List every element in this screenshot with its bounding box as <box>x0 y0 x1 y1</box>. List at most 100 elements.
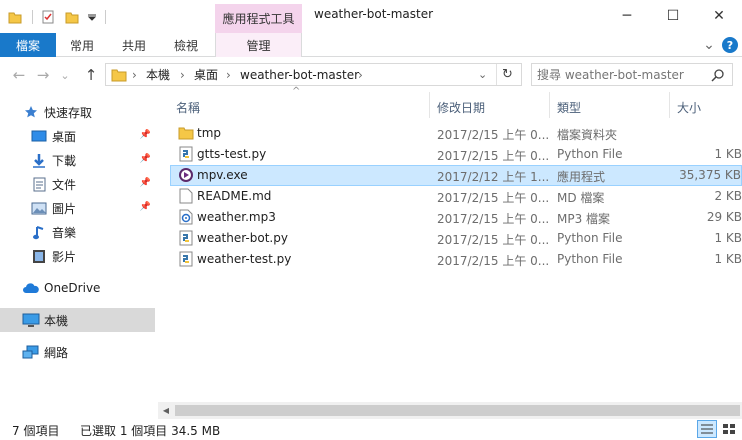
file-name: weather-test.py <box>197 252 292 266</box>
file-date: 2017/2/15 上午 0... <box>437 233 549 247</box>
column-header-size[interactable]: 大小 <box>677 96 701 118</box>
details-view-button[interactable] <box>697 420 717 438</box>
tab-file[interactable]: 檔案 <box>0 33 56 57</box>
breadcrumb-separator[interactable]: › <box>132 64 137 85</box>
file-date: 2017/2/12 上午 1... <box>437 170 549 184</box>
table-row[interactable]: weather-test.py 2017/2/15 上午 0... Python… <box>170 249 742 270</box>
sidebar-item-label: 網路 <box>44 345 69 360</box>
file-date: 2017/2/15 上午 0... <box>437 128 549 142</box>
address-history-dropdown[interactable]: ⌄ <box>478 64 487 85</box>
search-box[interactable] <box>531 63 733 86</box>
file-type: Python File <box>557 231 623 245</box>
python-file-icon <box>179 146 193 162</box>
breadcrumb-this-pc[interactable]: 本機 <box>146 64 170 85</box>
sidebar-item-quick-access[interactable]: 快速存取 <box>0 100 155 124</box>
column-divider[interactable] <box>669 92 670 118</box>
sidebar-item-network[interactable]: 網路 <box>0 340 155 364</box>
table-row[interactable]: gtts-test.py 2017/2/15 上午 0... Python Fi… <box>170 144 742 165</box>
file-size: 29 KB <box>706 210 742 224</box>
table-row[interactable]: weather.mp3 2017/2/15 上午 0... MP3 檔案 29 … <box>170 207 742 228</box>
table-row[interactable]: tmp 2017/2/15 上午 0... 檔案資料夾 <box>170 123 742 144</box>
ribbon-tabs: 檔案 常用 共用 檢視 管理 ⌄ ? <box>0 33 742 57</box>
large-icons-view-button[interactable] <box>719 420 739 438</box>
maximize-button[interactable]: ☐ <box>650 0 696 32</box>
sidebar-item-music[interactable]: 音樂 <box>0 220 155 244</box>
file-name: README.md <box>197 189 272 203</box>
properties-icon[interactable] <box>41 10 55 24</box>
close-button[interactable]: ✕ <box>696 0 742 32</box>
expand-ribbon-icon[interactable]: ⌄ <box>700 35 718 55</box>
breadcrumb-separator[interactable]: › <box>180 64 185 85</box>
table-row[interactable]: mpv.exe 2017/2/12 上午 1... 應用程式 35,375 KB <box>170 165 742 186</box>
file-name: gtts-test.py <box>197 147 267 161</box>
new-folder-icon[interactable] <box>65 10 79 24</box>
computer-icon <box>22 312 40 328</box>
back-button[interactable]: ← <box>8 64 30 86</box>
address-bar[interactable]: › 本機 › 桌面 › weather-bot-master › ⌄ ↻ <box>105 63 522 86</box>
column-divider[interactable] <box>549 92 550 118</box>
folder-icon <box>111 69 127 82</box>
pin-icon[interactable]: 📌 <box>140 130 151 140</box>
breadcrumb-current-folder[interactable]: weather-bot-master <box>240 64 359 85</box>
download-icon <box>30 152 48 168</box>
help-icon[interactable]: ? <box>722 37 738 53</box>
toolbar-divider <box>105 10 106 24</box>
column-header-name[interactable]: 名稱 <box>176 96 200 118</box>
tab-share[interactable]: 共用 <box>108 33 160 57</box>
sidebar-item-pictures[interactable]: 圖片 📌 <box>0 196 155 220</box>
search-input[interactable] <box>537 66 707 83</box>
address-divider <box>496 64 497 85</box>
table-row[interactable]: weather-bot.py 2017/2/15 上午 0... Python … <box>170 228 742 249</box>
tab-view[interactable]: 檢視 <box>160 33 212 57</box>
file-size: 2 KB <box>714 189 742 203</box>
sidebar-item-desktop[interactable]: 桌面 📌 <box>0 124 155 148</box>
document-icon <box>30 176 48 192</box>
customize-toolbar-icon[interactable] <box>87 10 97 24</box>
file-type: Python File <box>557 252 623 266</box>
music-icon <box>30 224 48 240</box>
sidebar-item-label: 快速存取 <box>44 105 93 120</box>
sidebar-item-label: 桌面 <box>52 129 77 144</box>
minimize-button[interactable]: ─ <box>604 0 650 32</box>
cloud-icon <box>22 280 40 296</box>
sidebar-item-this-pc[interactable]: 本機 <box>0 308 155 332</box>
column-header-date[interactable]: 修改日期 <box>437 96 485 118</box>
scroll-left-arrow[interactable]: ◀ <box>160 404 172 417</box>
file-type: Python File <box>557 147 623 161</box>
table-row[interactable]: README.md 2017/2/15 上午 0... MD 檔案 2 KB <box>170 186 742 207</box>
file-size: 35,375 KB <box>679 168 741 182</box>
scrollbar-thumb[interactable] <box>175 405 740 416</box>
folder-icon[interactable] <box>8 10 22 24</box>
column-divider[interactable] <box>429 92 430 118</box>
forward-button[interactable]: → <box>32 64 54 86</box>
pin-icon[interactable]: 📌 <box>140 178 151 188</box>
breadcrumb-separator[interactable]: › <box>226 64 231 85</box>
star-icon <box>22 104 40 120</box>
file-name: tmp <box>197 126 222 140</box>
search-icon[interactable] <box>711 68 725 82</box>
sidebar-item-label: 文件 <box>52 177 77 192</box>
recent-locations-button[interactable]: ⌄ <box>58 64 72 86</box>
tab-manage[interactable]: 管理 <box>215 33 302 57</box>
sidebar-item-onedrive[interactable]: OneDrive <box>0 276 155 300</box>
up-button[interactable]: ↑ <box>80 64 102 86</box>
sidebar-item-documents[interactable]: 文件 📌 <box>0 172 155 196</box>
sidebar-item-videos[interactable]: 影片 <box>0 244 155 268</box>
window-title: weather-bot-master <box>314 7 434 21</box>
tab-home[interactable]: 常用 <box>56 33 108 57</box>
pin-icon[interactable]: 📌 <box>140 154 151 164</box>
file-date: 2017/2/15 上午 0... <box>437 191 549 205</box>
file-type: 檔案資料夾 <box>557 128 618 142</box>
file-date: 2017/2/15 上午 0... <box>437 149 549 163</box>
video-icon <box>30 248 48 264</box>
sidebar-item-downloads[interactable]: 下載 📌 <box>0 148 155 172</box>
desktop-icon <box>30 128 48 144</box>
column-header-type[interactable]: 類型 <box>557 96 581 118</box>
file-type: 應用程式 <box>557 170 606 184</box>
breadcrumb-desktop[interactable]: 桌面 <box>194 64 218 85</box>
pin-icon[interactable]: 📌 <box>140 202 151 212</box>
contextual-tab-group-label: 應用程式工具 <box>215 4 302 33</box>
sidebar-item-label: 音樂 <box>52 225 77 240</box>
refresh-button[interactable]: ↻ <box>502 64 513 85</box>
breadcrumb-separator[interactable]: › <box>358 64 363 85</box>
